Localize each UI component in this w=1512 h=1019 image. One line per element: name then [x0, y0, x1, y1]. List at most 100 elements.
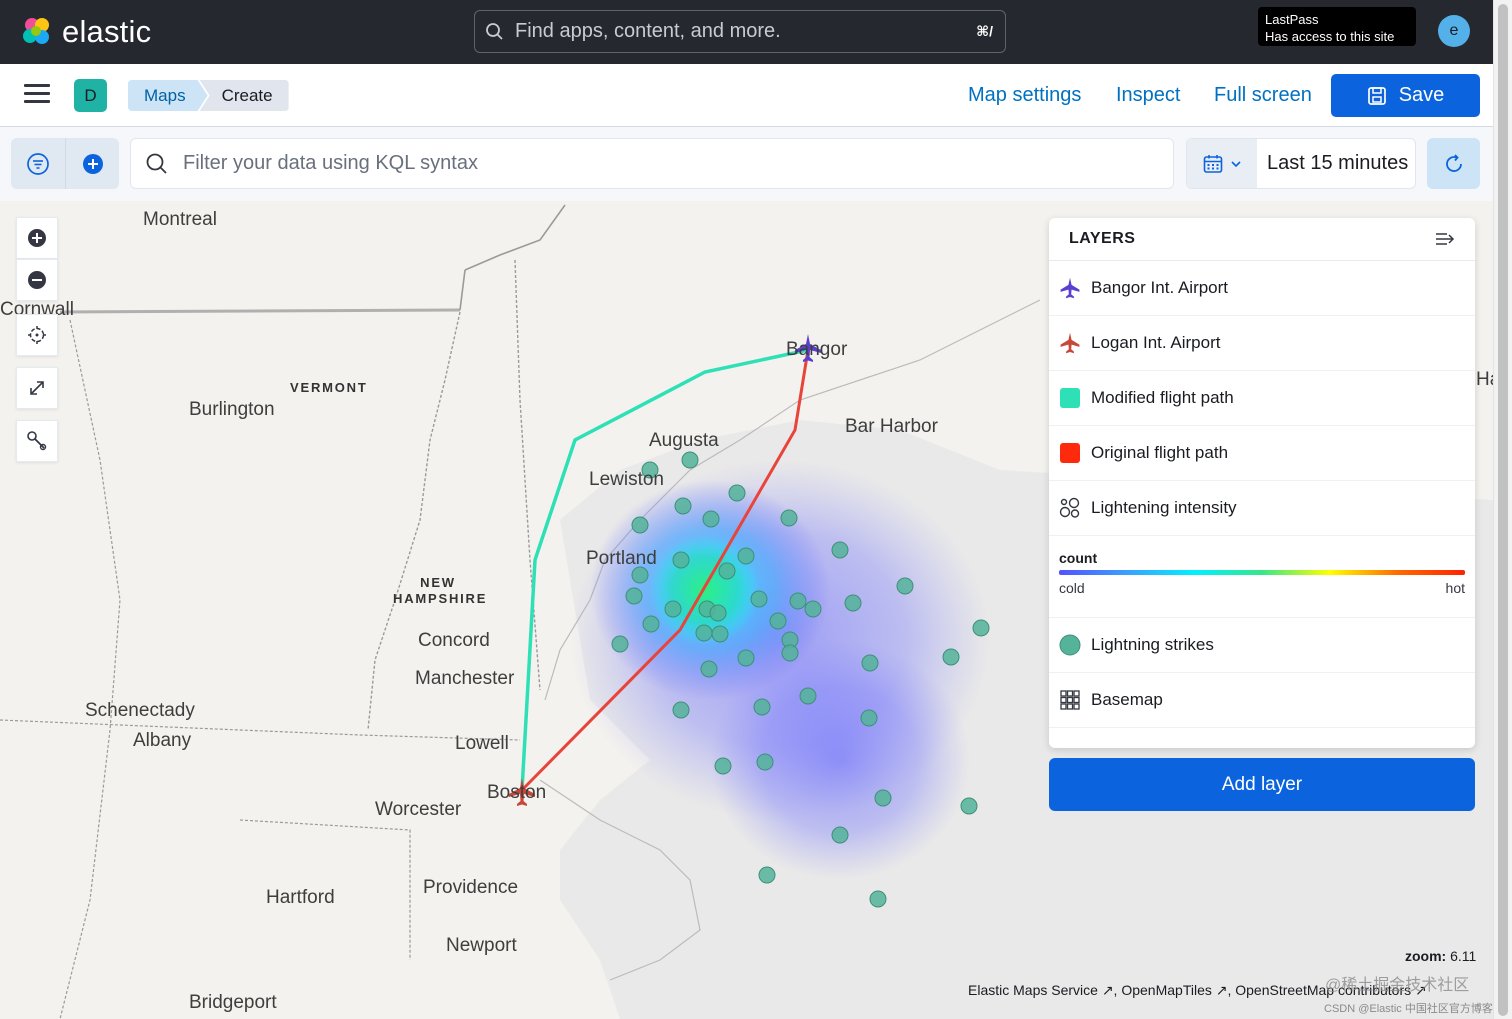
search-shortcut: ⌘/	[976, 23, 993, 39]
border-ny	[59, 319, 121, 1019]
time-range-label[interactable]: Last 15 minutes	[1267, 152, 1408, 175]
layer-item-lightening-intensity[interactable]: Lightening intensity	[1049, 481, 1475, 536]
lightning-strike	[861, 654, 879, 672]
refresh-button[interactable]	[1427, 138, 1480, 189]
layer-label: Original flight path	[1091, 443, 1229, 462]
breadcrumb-maps[interactable]: Maps	[128, 80, 208, 111]
heatmap-icon	[1059, 497, 1081, 519]
lightning-strike	[874, 789, 892, 807]
lightning-strike	[718, 562, 736, 580]
full-screen-link[interactable]: Full screen	[1214, 84, 1312, 107]
lightning-strike	[611, 635, 629, 653]
breadcrumb-create: Create	[199, 80, 289, 111]
legend-title: count	[1059, 550, 1098, 566]
lightning-strike	[737, 547, 755, 565]
layer-item-lightning-strikes[interactable]: Lightning strikes	[1049, 618, 1475, 673]
layer-item-logan-airport[interactable]: Logan Int. Airport	[1049, 316, 1475, 371]
lightning-strike	[631, 516, 649, 534]
lightning-strike	[681, 451, 699, 469]
layer-item-original-flight-path[interactable]: Original flight path	[1049, 426, 1475, 481]
layer-label: Lightening intensity	[1091, 498, 1237, 517]
tools-control	[16, 420, 58, 462]
zoom-value: 6.11	[1450, 948, 1477, 964]
layer-label: Lightning strikes	[1091, 635, 1214, 654]
search-icon	[146, 153, 167, 174]
elastic-logo[interactable]: elastic	[20, 14, 151, 50]
region-new-hampshire: NEW HAMPSHIRE	[393, 575, 488, 606]
lightning-strike	[769, 612, 787, 630]
layer-label: Bangor Int. Airport	[1091, 278, 1229, 297]
layer-label: Modified flight path	[1091, 388, 1234, 407]
kql-search-input[interactable]: Filter your data using KQL syntax	[130, 138, 1174, 189]
zoom-controls	[16, 217, 58, 301]
lastpass-notice[interactable]: LastPass Has access to this site	[1258, 7, 1416, 46]
zoom-in-button[interactable]	[16, 217, 58, 259]
lightning-strike	[714, 757, 732, 775]
refresh-icon	[1445, 153, 1462, 172]
save-button[interactable]: Save	[1331, 74, 1480, 117]
lightning-strike	[750, 590, 768, 608]
save-label: Save	[1398, 84, 1445, 106]
lightning-strike	[753, 698, 771, 716]
lightning-strike	[728, 484, 746, 502]
lastpass-title: LastPass	[1265, 12, 1319, 27]
filter-buttons	[11, 138, 119, 189]
place-bangor: Bangor	[786, 339, 848, 360]
add-filter-button[interactable]	[65, 138, 119, 189]
lightning-strike	[799, 687, 817, 705]
zoom-label: zoom:	[1405, 948, 1447, 964]
collapse-panel-icon[interactable]	[1435, 231, 1455, 247]
airplane-icon	[1059, 277, 1081, 299]
legend-color-ramp	[1059, 570, 1465, 575]
layer-item-basemap[interactable]: Basemap	[1049, 673, 1475, 728]
draw-tools-button[interactable]	[16, 420, 58, 462]
scrollbar-thumb[interactable]	[1498, 4, 1508, 1016]
place-portland: Portland	[586, 548, 657, 569]
quick-select-button[interactable]	[1187, 139, 1257, 188]
date-picker[interactable]: Last 15 minutes	[1186, 138, 1416, 189]
brand-name: elastic	[62, 14, 152, 49]
place-hartford: Hartford	[266, 887, 335, 908]
place-lowell: Lowell	[455, 733, 509, 754]
add-layer-button[interactable]: Add layer	[1049, 758, 1475, 811]
place-boston: Boston	[487, 782, 547, 803]
breadcrumb: Maps Create	[128, 80, 289, 111]
elastic-logo-icon	[23, 18, 49, 44]
minus-circle-icon	[28, 271, 46, 289]
lightning-strike	[700, 660, 718, 678]
space-avatar[interactable]: D	[74, 79, 107, 112]
lightning-strike	[972, 619, 990, 637]
lastpass-subtitle: Has access to this site	[1265, 29, 1395, 44]
layer-item-bangor-airport[interactable]: Bangor Int. Airport	[1049, 261, 1475, 316]
saved-query-button[interactable]	[11, 138, 65, 189]
lightning-strike	[780, 509, 798, 527]
user-avatar[interactable]: e	[1438, 15, 1470, 47]
place-providence: Providence	[423, 877, 519, 898]
lightning-strike	[642, 615, 660, 633]
lightning-strike	[869, 890, 887, 908]
layer-item-modified-flight-path[interactable]: Modified flight path	[1049, 371, 1475, 426]
lightning-strike	[674, 497, 692, 515]
place-bar-harbor: Bar Harbor	[845, 416, 938, 437]
set-view-button[interactable]	[16, 314, 58, 356]
map-settings-link[interactable]: Map settings	[968, 84, 1081, 107]
page-scrollbar[interactable]	[1493, 0, 1512, 1019]
zoom-out-button[interactable]	[16, 259, 58, 301]
color-swatch-icon	[1059, 387, 1081, 409]
fit-control	[16, 367, 58, 409]
global-search-input[interactable]: Find apps, content, and more. ⌘/	[474, 10, 1006, 53]
menu-toggle-button[interactable]	[24, 84, 50, 106]
border-nh-me	[514, 259, 541, 691]
inspect-link[interactable]: Inspect	[1116, 84, 1180, 107]
calendar-icon	[1203, 154, 1222, 173]
lightning-strike	[844, 594, 862, 612]
expand-icon	[30, 381, 44, 395]
chevron-down-icon	[1230, 160, 1241, 167]
fit-to-data-button[interactable]	[16, 367, 58, 409]
border-ma	[0, 719, 521, 741]
plus-circle-icon	[28, 229, 46, 247]
layer-label: Basemap	[1091, 690, 1163, 709]
layer-label: Logan Int. Airport	[1091, 333, 1221, 352]
lightning-strike	[942, 648, 960, 666]
grid-icon	[1059, 689, 1081, 711]
